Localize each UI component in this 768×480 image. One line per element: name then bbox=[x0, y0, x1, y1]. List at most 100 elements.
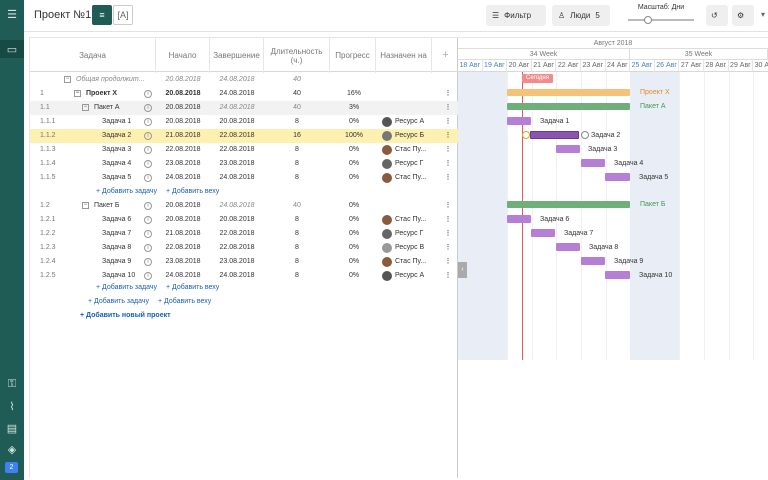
assignee-cell[interactable]: Стас Пу... bbox=[382, 143, 442, 157]
row-menu-icon[interactable]: ⋮ bbox=[443, 241, 453, 255]
end-cell[interactable]: 22.08.2018 bbox=[212, 143, 262, 157]
assignee-cell[interactable]: Ресурс В bbox=[382, 241, 442, 255]
row-menu-icon[interactable]: ⋮ bbox=[443, 213, 453, 227]
info-icon[interactable]: i bbox=[144, 146, 152, 154]
task-bar[interactable] bbox=[556, 243, 580, 251]
start-cell[interactable]: 23.08.2018 bbox=[158, 255, 208, 269]
progress-cell[interactable]: 0% bbox=[332, 115, 376, 129]
start-cell[interactable]: 21.08.2018 bbox=[158, 227, 208, 241]
summary-row[interactable]: − Общая продолжит... 20.08.2018 24.08.201… bbox=[30, 73, 459, 87]
task-bar[interactable] bbox=[581, 159, 605, 167]
link-handle-end[interactable] bbox=[581, 131, 589, 139]
start-cell[interactable]: 20.08.2018 bbox=[158, 199, 208, 213]
task-name-cell[interactable]: Задача 6 bbox=[102, 213, 131, 227]
history-button[interactable]: ↺ bbox=[706, 5, 728, 26]
task-bar-selected[interactable] bbox=[530, 131, 579, 139]
end-cell[interactable]: 22.08.2018 bbox=[212, 241, 262, 255]
duration-cell[interactable]: 40 bbox=[266, 199, 328, 213]
progress-cell[interactable]: 0% bbox=[332, 143, 376, 157]
row-menu-icon[interactable]: ⋮ bbox=[443, 115, 453, 129]
task-bar[interactable] bbox=[507, 117, 531, 125]
progress-cell[interactable]: 16% bbox=[332, 87, 376, 101]
board-view-button[interactable]: [A] bbox=[113, 5, 133, 25]
info-icon[interactable]: i bbox=[144, 90, 152, 98]
column-assigned[interactable]: Назначен на bbox=[376, 38, 432, 73]
row-menu-icon[interactable]: ⋮ bbox=[443, 101, 453, 115]
start-cell[interactable]: 20.08.2018 bbox=[158, 213, 208, 227]
task-bar[interactable] bbox=[581, 257, 605, 265]
link-handle-start[interactable] bbox=[522, 131, 530, 139]
duration-cell[interactable]: 8 bbox=[266, 227, 328, 241]
add-project-link[interactable]: + Добавить новый проект bbox=[80, 309, 171, 323]
task-row[interactable]: 1.1.4 Задача 4 i 23.08.2018 23.08.2018 8 0% Рес… bbox=[30, 157, 459, 171]
duration-cell[interactable]: 16 bbox=[266, 129, 328, 143]
collapse-toggle[interactable]: − bbox=[82, 103, 89, 111]
add-task-link[interactable]: + Добавить задачу bbox=[96, 185, 157, 199]
column-progress[interactable]: Прогресс bbox=[330, 38, 376, 73]
duration-cell[interactable]: 8 bbox=[266, 241, 328, 255]
start-cell[interactable]: 20.08.2018 bbox=[158, 101, 208, 115]
progress-cell[interactable]: 3% bbox=[332, 101, 376, 115]
end-cell[interactable]: 24.08.2018 bbox=[212, 101, 262, 115]
task-name-cell[interactable]: Задача 9 bbox=[102, 255, 131, 269]
add-task-link[interactable]: + Добавить задачу bbox=[96, 281, 157, 295]
task-name-cell[interactable]: Задача 5 bbox=[102, 171, 131, 185]
start-cell[interactable]: 24.08.2018 bbox=[158, 171, 208, 185]
info-icon[interactable]: i bbox=[144, 272, 152, 280]
gantt-view-button[interactable]: ≡ bbox=[92, 5, 112, 25]
end-cell[interactable]: 24.08.2018 bbox=[212, 171, 262, 185]
package-b-bar[interactable] bbox=[507, 201, 630, 208]
row-menu-icon[interactable]: ⋮ bbox=[443, 157, 453, 171]
info-icon[interactable]: i bbox=[144, 174, 152, 182]
folder-icon[interactable]: ▭ bbox=[0, 40, 24, 58]
add-column-button[interactable]: + bbox=[432, 38, 459, 73]
comments-icon[interactable]: ▤ bbox=[4, 420, 20, 436]
info-icon[interactable]: i bbox=[144, 202, 152, 210]
duration-cell[interactable]: 8 bbox=[266, 115, 328, 129]
start-cell[interactable]: 21.08.2018 bbox=[158, 129, 208, 143]
progress-cell[interactable]: 0% bbox=[332, 227, 376, 241]
duration-cell[interactable]: 8 bbox=[266, 143, 328, 157]
project-bar[interactable] bbox=[507, 89, 630, 96]
add-milestone-link[interactable]: + Добавить веху bbox=[166, 281, 219, 295]
task-name-cell[interactable]: − Проект X bbox=[74, 87, 117, 101]
group-row[interactable]: 1 − Проект X i 20.08.2018 24.08.2018 40 16% ⋮ bbox=[30, 87, 459, 101]
end-cell[interactable]: 22.08.2018 bbox=[212, 227, 262, 241]
progress-cell[interactable]: 0% bbox=[332, 255, 376, 269]
task-row[interactable]: 1.1.1 Задача 1 i 20.08.2018 20.08.2018 8 0% Рес… bbox=[30, 115, 459, 129]
package-a-bar[interactable] bbox=[507, 103, 630, 110]
duration-cell[interactable]: 40 bbox=[266, 101, 328, 115]
progress-cell[interactable]: 0% bbox=[332, 171, 376, 185]
start-cell[interactable]: 20.08.2018 bbox=[158, 115, 208, 129]
menu-icon[interactable]: ☰ bbox=[4, 6, 20, 22]
duration-cell[interactable]: 40 bbox=[266, 87, 328, 101]
progress-cell[interactable]: 0% bbox=[332, 199, 376, 213]
end-cell[interactable]: 24.08.2018 bbox=[212, 199, 262, 213]
row-menu-icon[interactable]: ⋮ bbox=[443, 171, 453, 185]
task-row[interactable]: 1.1.2 Задача 2 i 21.08.2018 22.08.2018 16 100%… bbox=[30, 129, 459, 143]
task-row[interactable]: 1.2.1 Задача 6 i 20.08.2018 20.08.2018 8 0% Ста… bbox=[30, 213, 459, 227]
row-menu-icon[interactable]: ⋮ bbox=[443, 129, 453, 143]
add-milestone-link[interactable]: + Добавить веху bbox=[158, 295, 211, 309]
chevron-down-icon[interactable]: ▾ bbox=[761, 10, 765, 19]
add-milestone-link[interactable]: + Добавить веху bbox=[166, 185, 219, 199]
task-name-cell[interactable]: Задача 8 bbox=[102, 241, 131, 255]
task-name-cell[interactable]: Задача 3 bbox=[102, 143, 131, 157]
group-row[interactable]: 1.2 − Пакет Б i 20.08.2018 24.08.2018 40 0% ⋮ bbox=[30, 199, 459, 213]
column-task[interactable]: Задача bbox=[30, 38, 156, 73]
start-cell[interactable]: 20.08.2018 bbox=[158, 87, 208, 101]
notifications-badge[interactable]: 2 bbox=[5, 462, 18, 473]
row-menu-icon[interactable]: ⋮ bbox=[443, 255, 453, 269]
end-cell[interactable]: 22.08.2018 bbox=[212, 129, 262, 143]
task-bar[interactable] bbox=[605, 173, 630, 181]
info-icon[interactable]: i bbox=[144, 118, 152, 126]
task-row[interactable]: 1.2.2 Задача 7 i 21.08.2018 22.08.2018 8 0% Рес… bbox=[30, 227, 459, 241]
collapse-toggle[interactable]: − bbox=[82, 201, 89, 209]
task-bar[interactable] bbox=[507, 215, 531, 223]
column-start[interactable]: Начало bbox=[156, 38, 210, 73]
assignee-cell[interactable]: Ресурс А bbox=[382, 115, 442, 129]
start-cell[interactable]: 23.08.2018 bbox=[158, 157, 208, 171]
task-bar[interactable] bbox=[556, 145, 580, 153]
progress-cell[interactable]: 0% bbox=[332, 241, 376, 255]
duration-cell[interactable]: 8 bbox=[266, 213, 328, 227]
